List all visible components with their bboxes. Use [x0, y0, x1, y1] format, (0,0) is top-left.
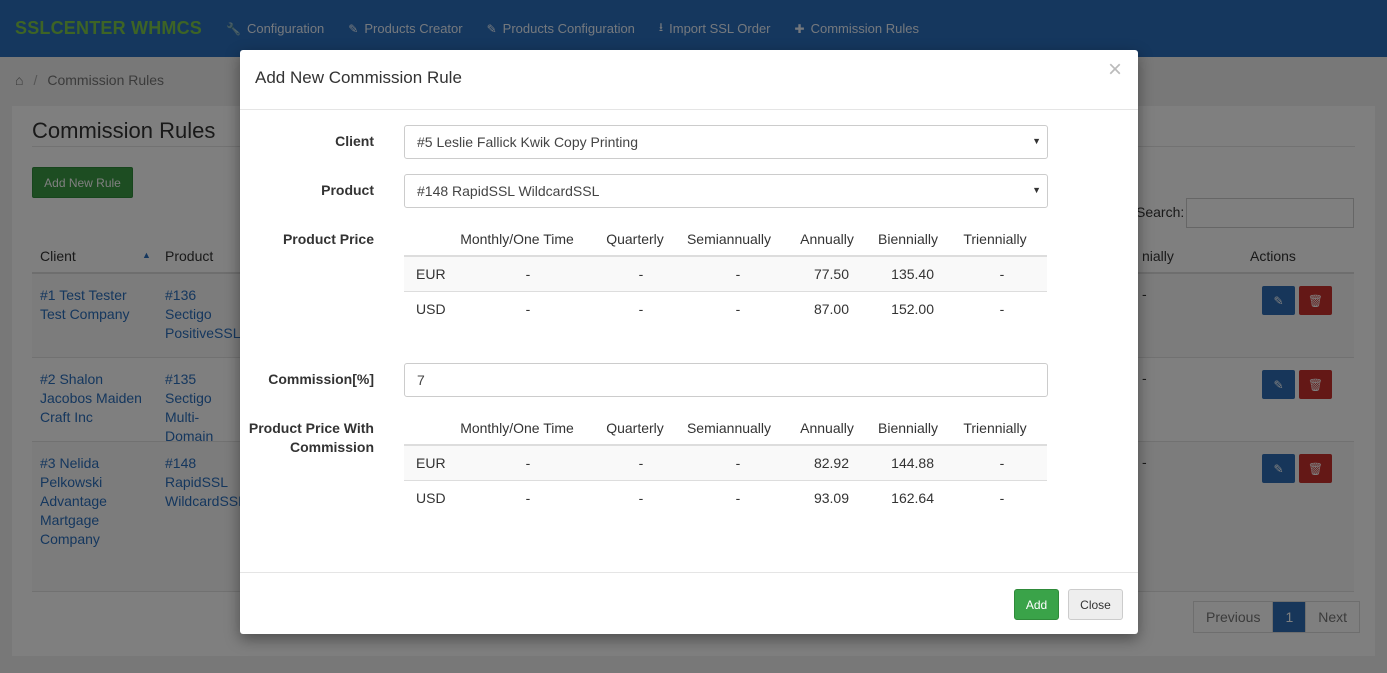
price-value: - [999, 266, 1005, 282]
modal-footer: Add Close [240, 572, 1138, 634]
price-value: - [735, 301, 741, 317]
price-with-commission-table: Monthly/One Time Quarterly Semiannually … [404, 411, 1047, 516]
price-value: - [525, 455, 531, 471]
chevron-down-icon: ▼ [1032, 185, 1041, 195]
price-value: 82.92 [813, 455, 849, 471]
price-value: 135.40 [891, 266, 934, 282]
price-row: EUR - - - 77.50 135.40 - [404, 257, 1047, 292]
cycle-triennially: Triennially [963, 420, 1027, 436]
product-label: Product [321, 182, 374, 198]
close-icon[interactable]: × [1108, 58, 1122, 82]
currency: EUR [416, 455, 446, 471]
price-table-header: Monthly/One Time Quarterly Semiannually … [404, 222, 1047, 257]
price-with-commission-label: Product Price With Commission [248, 420, 374, 455]
price-value: 162.64 [891, 490, 934, 506]
price-value: - [999, 301, 1005, 317]
add-button[interactable]: Add [1014, 589, 1059, 620]
price-value: - [735, 266, 741, 282]
close-button[interactable]: Close [1068, 589, 1123, 620]
product-price-table: Monthly/One Time Quarterly Semiannually … [404, 222, 1047, 327]
price-value: - [525, 266, 531, 282]
cycle-monthly: Monthly/One Time [460, 231, 574, 247]
chevron-down-icon: ▼ [1032, 136, 1041, 146]
price-value: 93.09 [813, 490, 849, 506]
product-select-value: #148 RapidSSL WildcardSSL [417, 183, 600, 199]
commission-input[interactable]: 7 [404, 363, 1048, 397]
price-value: 87.00 [813, 301, 849, 317]
price-value: - [999, 490, 1005, 506]
commission-input-value: 7 [417, 372, 425, 388]
price-value: - [525, 301, 531, 317]
add-commission-rule-modal: Add New Commission Rule × Client #5 Lesl… [240, 50, 1138, 634]
commission-label: Commission[%] [268, 371, 374, 387]
price-table-header: Monthly/One Time Quarterly Semiannually … [404, 411, 1047, 446]
price-value: 77.50 [813, 266, 849, 282]
modal-header: Add New Commission Rule × [240, 50, 1138, 110]
modal-title: Add New Commission Rule [255, 68, 462, 87]
cycle-triennially: Triennially [963, 231, 1027, 247]
price-row: EUR - - - 82.92 144.88 - [404, 446, 1047, 481]
price-value: - [999, 455, 1005, 471]
product-select[interactable]: #148 RapidSSL WildcardSSL ▼ [404, 174, 1048, 208]
currency: USD [416, 301, 446, 317]
price-row: USD - - - 93.09 162.64 - [404, 481, 1047, 516]
currency: EUR [416, 266, 446, 282]
price-value: - [735, 490, 741, 506]
product-price-label: Product Price [282, 231, 374, 247]
price-value: - [735, 455, 741, 471]
client-select[interactable]: #5 Leslie Fallick Kwik Copy Printing ▼ [404, 125, 1048, 159]
client-select-value: #5 Leslie Fallick Kwik Copy Printing [417, 134, 638, 150]
price-value: - [525, 490, 531, 506]
price-value: 152.00 [891, 301, 934, 317]
currency: USD [416, 490, 446, 506]
price-row: USD - - - 87.00 152.00 - [404, 292, 1047, 327]
cycle-monthly: Monthly/One Time [460, 420, 574, 436]
client-label: Client [335, 133, 374, 149]
price-value: 144.88 [891, 455, 934, 471]
